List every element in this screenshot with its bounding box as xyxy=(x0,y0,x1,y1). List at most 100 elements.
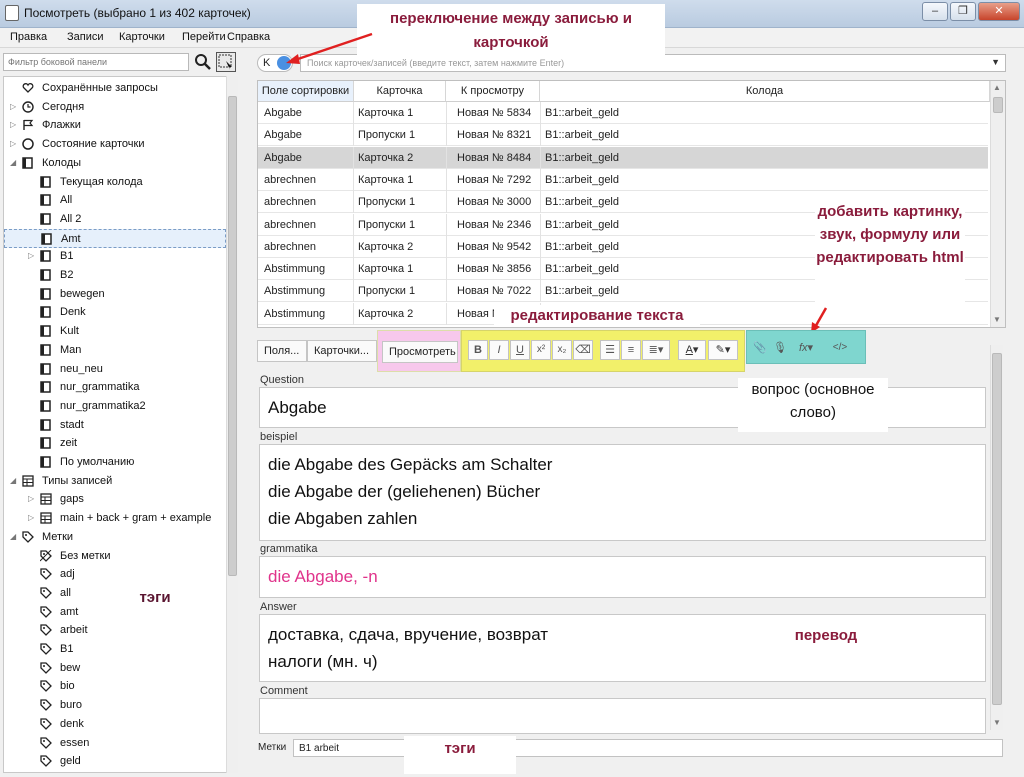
sidebar-item[interactable]: neu_neu xyxy=(4,360,226,379)
menu-help[interactable]: Справка xyxy=(227,31,270,43)
search-input[interactable]: Поиск карточек/записей (введите текст, з… xyxy=(300,54,1006,72)
formula-icon[interactable]: fx▾ xyxy=(793,338,819,358)
highlight-color-icon[interactable]: ✎▾ xyxy=(708,340,738,360)
editor-scroll-thumb[interactable] xyxy=(992,353,1002,705)
sidebar-item[interactable]: essen xyxy=(4,734,226,753)
table-row[interactable]: Abgabe Карточка 2 Новая № 8484 B1::arbeit_g… xyxy=(258,146,988,169)
menu-cards[interactable]: Карточки xyxy=(119,31,165,43)
sidebar-item[interactable]: ▷ gaps xyxy=(4,490,226,509)
maximize-button[interactable]: ❐ xyxy=(950,2,976,21)
chevron-down-icon[interactable]: ◢ xyxy=(10,158,16,167)
sidebar-item[interactable]: bew xyxy=(4,659,226,678)
chevron-right-icon[interactable]: ▷ xyxy=(10,120,16,129)
sidebar-item[interactable]: zeit xyxy=(4,434,226,453)
microphone-icon[interactable]: 🎙 xyxy=(771,338,789,358)
sidebar-item[interactable]: ▷ Сегодня xyxy=(4,98,226,117)
superscript-icon[interactable]: x² xyxy=(531,340,551,360)
sidebar-item[interactable]: ◢ Метки xyxy=(4,528,226,547)
column-card[interactable]: Карточка xyxy=(354,81,446,102)
sidebar-item[interactable]: nur_grammatika xyxy=(4,378,226,397)
cards-button[interactable]: Карточки... xyxy=(307,340,377,362)
eraser-icon[interactable]: ⌫ xyxy=(573,340,593,360)
column-due[interactable]: К просмотру xyxy=(446,81,540,102)
sidebar-item[interactable]: Сохранённые запросы xyxy=(4,79,226,98)
minimize-button[interactable]: – xyxy=(922,2,948,21)
chevron-right-icon[interactable]: ▷ xyxy=(28,251,34,260)
sidebar-item[interactable]: adj xyxy=(4,565,226,584)
field-editor[interactable]: доставка, сдача, вручение, возврат налоги… xyxy=(259,614,986,682)
sidebar-item[interactable]: ▷ Состояние карточки xyxy=(4,135,226,154)
menu-notes[interactable]: Записи xyxy=(67,31,104,43)
sidebar-item[interactable]: Man xyxy=(4,341,226,360)
chevron-down-icon[interactable]: ▼ xyxy=(991,57,1000,67)
table-cell: Новая № 8321 xyxy=(457,129,532,142)
scroll-up-icon[interactable]: ▲ xyxy=(993,83,1001,92)
tags-input[interactable]: B1 arbeit xyxy=(293,739,1003,757)
underline-icon[interactable]: U xyxy=(510,340,530,360)
chevron-right-icon[interactable]: ▷ xyxy=(28,494,34,503)
menu-edit[interactable]: Правка xyxy=(10,31,47,43)
preview-button[interactable]: Просмотреть xyxy=(382,341,458,363)
close-button[interactable]: ✕ xyxy=(978,2,1020,21)
chevron-right-icon[interactable]: ▷ xyxy=(28,513,34,522)
sidebar-item[interactable]: geld xyxy=(4,752,226,771)
chevron-down-icon[interactable]: ◢ xyxy=(10,476,16,485)
sidebar-item-label: Метки xyxy=(42,530,74,543)
sidebar-scroll-thumb[interactable] xyxy=(228,96,237,576)
table-row[interactable]: Abgabe Карточка 1 Новая № 5834 B1::arbeit_g… xyxy=(258,102,988,124)
search-icon[interactable] xyxy=(194,52,212,72)
sidebar-item[interactable]: All xyxy=(4,191,226,210)
paperclip-icon[interactable]: 📎 xyxy=(751,338,769,358)
sidebar-item[interactable]: bewegen xyxy=(4,285,226,304)
sidebar-item[interactable]: B2 xyxy=(4,266,226,285)
sidebar-item[interactable]: bio xyxy=(4,677,226,696)
sidebar-item[interactable]: buro xyxy=(4,696,226,715)
table-scrollbar[interactable]: ▲ ▼ xyxy=(990,81,1005,327)
scroll-down-icon[interactable]: ▼ xyxy=(993,718,1001,727)
chevron-right-icon[interactable]: ▷ xyxy=(10,102,16,111)
sidebar-item[interactable]: Kult xyxy=(4,322,226,341)
sidebar-item[interactable]: Текущая колода xyxy=(4,173,226,192)
field-editor[interactable]: die Abgabe des Gepäcks am Schalter die Ab… xyxy=(259,444,986,541)
text-color-icon[interactable]: A▾ xyxy=(678,340,706,360)
sidebar-item[interactable]: ▷ B1 xyxy=(4,247,226,266)
align-icon[interactable]: ≣▾ xyxy=(642,340,670,360)
field-editor[interactable] xyxy=(259,698,986,734)
sidebar-item[interactable]: По умолчанию xyxy=(4,453,226,472)
table-scroll-thumb[interactable] xyxy=(993,97,1003,113)
column-sort-field[interactable]: Поле сортировки xyxy=(258,81,354,102)
chevron-down-icon[interactable]: ◢ xyxy=(10,532,16,541)
window-title: Посмотреть (выбрано 1 из 402 карточек) xyxy=(24,6,251,20)
scroll-down-icon[interactable]: ▼ xyxy=(993,315,1001,324)
editor-scrollbar[interactable]: ▼ xyxy=(990,345,1003,730)
chevron-right-icon[interactable]: ▷ xyxy=(10,139,16,148)
field-editor[interactable]: die Abgabe, -n xyxy=(259,556,986,598)
sidebar-scrollbar[interactable] xyxy=(226,76,238,773)
bold-icon[interactable]: B xyxy=(468,340,488,360)
sidebar-item[interactable]: nur_grammatika2 xyxy=(4,397,226,416)
italic-icon[interactable]: I xyxy=(489,340,509,360)
fields-button[interactable]: Поля... xyxy=(257,340,307,362)
sidebar-item[interactable]: stadt xyxy=(4,416,226,435)
sidebar-item[interactable]: Denk xyxy=(4,303,226,322)
table-row[interactable]: abrechnen Карточка 1 Новая № 7292 B1::arbei… xyxy=(258,168,988,191)
sidebar-item[interactable]: Без метки xyxy=(4,547,226,566)
sidebar-item[interactable]: Amt xyxy=(4,228,226,248)
deck-icon xyxy=(40,325,51,337)
sidebar-item[interactable]: ◢ Колоды xyxy=(4,154,226,173)
column-deck[interactable]: Колода xyxy=(540,81,990,102)
menu-go[interactable]: Перейти xyxy=(182,31,226,43)
sidebar-item[interactable]: ◢ Типы записей xyxy=(4,472,226,491)
bullet-list-icon[interactable]: ☰ xyxy=(600,340,620,360)
numbered-list-icon[interactable]: ≡ xyxy=(621,340,641,360)
sidebar-item[interactable]: ▷ Флажки xyxy=(4,116,226,135)
sidebar-item[interactable]: All 2 xyxy=(4,210,226,229)
subscript-icon[interactable]: x₂ xyxy=(552,340,572,360)
sidebar-item[interactable]: ▷ main + back + gram + example xyxy=(4,509,226,528)
table-row[interactable]: Abgabe Пропуски 1 Новая № 8321 B1::arbeit_g… xyxy=(258,124,988,147)
sidebar-item[interactable]: denk xyxy=(4,715,226,734)
sidebar-filter-input[interactable] xyxy=(3,53,189,71)
select-mode-icon[interactable] xyxy=(216,52,236,72)
html-editor-icon[interactable]: </> xyxy=(829,338,851,358)
sidebar-item[interactable]: B1 xyxy=(4,640,226,659)
